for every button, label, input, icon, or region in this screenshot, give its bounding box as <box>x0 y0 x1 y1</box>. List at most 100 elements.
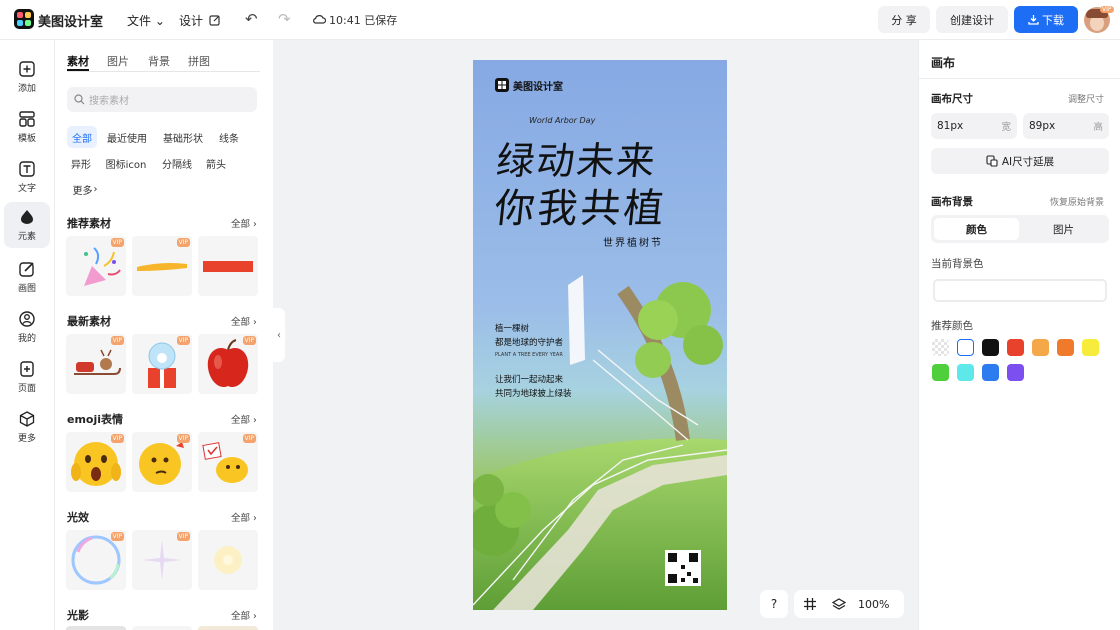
canvas-stage: 美图设计室 World Arbor Day 绿动未来 你我共植 世界植树节 植一… <box>273 40 918 630</box>
tab-backgrounds[interactable]: 背景 <box>148 53 170 69</box>
rail-label: 文字 <box>17 184 36 194</box>
tab-images[interactable]: 图片 <box>107 53 129 69</box>
rail-item-template[interactable]: 模板 <box>4 104 50 150</box>
grid-icon[interactable] <box>803 597 817 611</box>
color-swatch[interactable] <box>957 339 974 356</box>
rail-item-add[interactable]: 添加 <box>4 54 50 100</box>
asset-thumb-brush-stroke[interactable]: VIP <box>132 236 192 296</box>
vip-badge: VIP <box>110 238 124 247</box>
save-status: 10:41 已保存 <box>329 14 398 27</box>
share-button[interactable]: 分 享 <box>878 6 930 33</box>
rail-item-text[interactable]: 文字 <box>4 154 50 200</box>
create-design-button[interactable]: 创建设计 <box>936 6 1008 33</box>
chip-all[interactable]: 全部 <box>67 126 97 148</box>
search-input[interactable]: 搜索素材 <box>67 87 257 112</box>
asset-panel: 素材 图片 背景 拼图 搜索素材 全部 最近使用 基础形状 线条 异形 图标ic… <box>55 40 273 630</box>
tab-materials[interactable]: 素材 <box>67 53 89 69</box>
color-swatch[interactable] <box>932 364 949 381</box>
poster-canvas[interactable]: 美图设计室 World Arbor Day 绿动未来 你我共植 世界植树节 植一… <box>473 60 727 610</box>
cube-icon <box>19 411 35 427</box>
section-title-latest: 最新素材 <box>67 315 111 328</box>
asset-thumb-shadow-3[interactable] <box>198 626 258 630</box>
color-swatch[interactable] <box>1057 339 1074 356</box>
ai-resize-button[interactable]: AI尺寸延展 <box>931 148 1109 174</box>
section-title-recommended: 推荐素材 <box>67 217 111 230</box>
download-button[interactable]: 下载 <box>1014 6 1078 33</box>
asset-thumb-glow[interactable] <box>198 530 258 590</box>
see-all-light-effects[interactable]: 全部 › <box>231 510 257 524</box>
color-swatch[interactable] <box>1032 339 1049 356</box>
color-swatch[interactable] <box>957 364 974 381</box>
asset-thumb-shadow-2[interactable] <box>132 626 192 630</box>
layers-icon[interactable] <box>832 597 846 611</box>
asset-thumb-red-bar[interactable] <box>198 236 258 296</box>
adjust-size-link[interactable]: 调整尺寸 <box>1068 92 1104 105</box>
asset-thumb-party-popper[interactable]: VIP <box>66 236 126 296</box>
canvas-width-field[interactable]: 81px 宽 <box>931 113 1017 139</box>
asset-thumb-sparkle[interactable]: VIP <box>132 530 192 590</box>
rail-label: 画图 <box>17 284 36 294</box>
zoom-level[interactable]: 100% <box>858 598 889 611</box>
vip-badge: VIP <box>176 434 190 443</box>
restore-background-link[interactable]: 恢复原始背景 <box>1050 195 1104 208</box>
chip-basic-shapes[interactable]: 基础形状 <box>159 126 207 148</box>
asset-thumb-emoji-shocked[interactable]: VIP <box>66 432 126 492</box>
canvas-height-field[interactable]: 89px 高 <box>1023 113 1109 139</box>
see-all-latest[interactable]: 全部 › <box>231 314 257 328</box>
inspector-title: 画布 <box>931 56 956 70</box>
asset-thumb-emoji-thinking[interactable]: VIP <box>132 432 192 492</box>
segment-image[interactable]: 图片 <box>1021 218 1106 240</box>
file-menu[interactable]: 文件 ⌄ <box>127 12 165 29</box>
cloud-icon <box>313 15 326 24</box>
asset-thumb-gift-globe[interactable]: VIP <box>132 334 192 394</box>
rail-item-element[interactable]: 元素 <box>4 202 50 248</box>
collapse-panel-button[interactable]: ‹ <box>273 308 285 362</box>
chip-dividers[interactable]: 分隔线 <box>159 152 195 174</box>
rail-item-mine[interactable]: 我的 <box>4 304 50 350</box>
app-name[interactable]: 美图设计室 <box>38 11 103 30</box>
swatch-transparent[interactable] <box>932 339 949 356</box>
redo-icon[interactable]: ↷ <box>278 10 291 28</box>
chevron-down-icon: ⌄ <box>154 14 165 28</box>
color-swatch[interactable] <box>1007 364 1024 381</box>
see-all-label: 全部 <box>231 415 251 426</box>
see-all-recommended[interactable]: 全部 › <box>231 216 257 230</box>
color-swatch[interactable] <box>1082 339 1099 356</box>
rail-item-draw[interactable]: 画图 <box>4 254 50 300</box>
see-all-label: 全部 <box>231 219 251 230</box>
chip-recent[interactable]: 最近使用 <box>103 126 151 148</box>
poster-body-line: PLANT A TREE EVERY YEAR <box>495 352 563 358</box>
color-swatch[interactable] <box>982 364 999 381</box>
current-background-color[interactable] <box>933 279 1107 302</box>
see-all-label: 全部 <box>231 317 251 328</box>
app-logo-icon[interactable] <box>14 9 34 29</box>
rail-item-page[interactable]: 页面 <box>4 354 50 400</box>
see-all-emoji[interactable]: 全部 › <box>231 412 257 426</box>
asset-thumb-bubble[interactable]: VIP <box>66 530 126 590</box>
color-swatch[interactable] <box>982 339 999 356</box>
design-menu-label: 设计 <box>179 14 204 28</box>
color-swatch[interactable] <box>1007 339 1024 356</box>
chip-arrows[interactable]: 箭头 <box>203 152 229 174</box>
poster-body-line: 植一棵树 <box>495 324 530 334</box>
rail-item-more[interactable]: 更多 <box>4 404 50 450</box>
segment-color[interactable]: 颜色 <box>934 218 1019 240</box>
undo-icon[interactable]: ↶ <box>245 10 258 28</box>
chip-irregular[interactable]: 异形 <box>67 152 95 174</box>
asset-thumb-sleigh[interactable]: VIP <box>66 334 126 394</box>
asset-thumb-apple[interactable]: VIP <box>198 334 258 394</box>
see-all-light-shadow[interactable]: 全部 › <box>231 608 257 622</box>
asset-thumb-emoji-chick[interactable]: VIP <box>198 432 258 492</box>
chip-more-label: 更多 <box>72 185 93 197</box>
canvas-background-label: 画布背景 <box>931 196 973 208</box>
chip-lines[interactable]: 线条 <box>215 126 243 148</box>
chip-icons[interactable]: 图标icon <box>103 152 149 174</box>
draw-icon <box>19 262 34 277</box>
help-button[interactable]: ? <box>760 590 788 618</box>
user-icon <box>19 311 35 327</box>
design-menu[interactable]: 设计 <box>179 12 221 29</box>
tab-collage[interactable]: 拼图 <box>188 53 210 69</box>
chip-more[interactable]: 更多 › <box>67 178 103 200</box>
rail-label: 页面 <box>17 384 36 394</box>
asset-thumb-shadow-1[interactable] <box>66 626 126 630</box>
